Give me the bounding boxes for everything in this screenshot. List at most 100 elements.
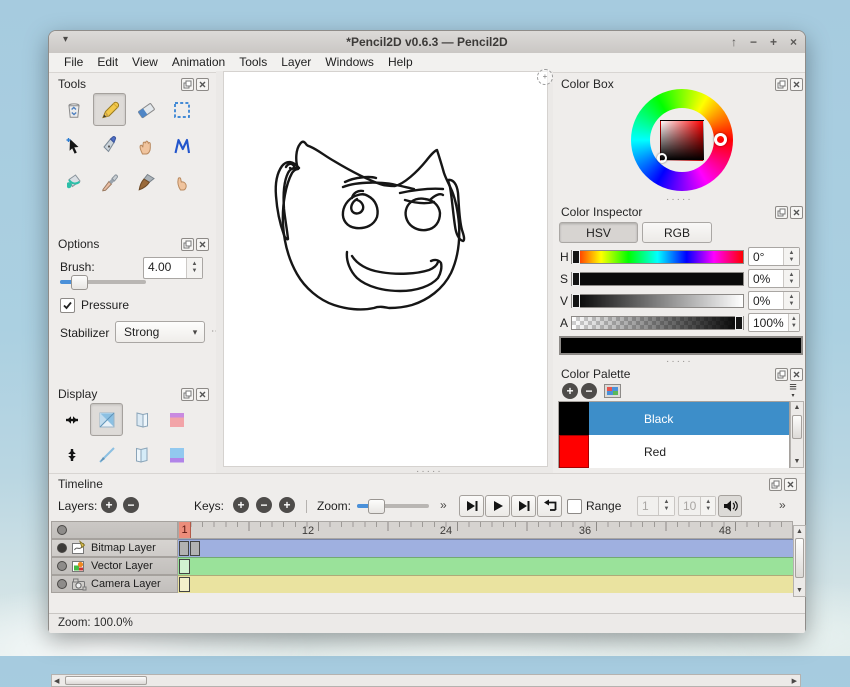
slider-handle[interactable] xyxy=(572,250,580,264)
menu-edit[interactable]: Edit xyxy=(90,53,125,72)
tool-polyline-button[interactable] xyxy=(165,129,198,162)
float-panel-icon[interactable] xyxy=(775,78,788,91)
rgb-mode-button[interactable]: RGB xyxy=(642,222,712,243)
tool-move-button[interactable] xyxy=(57,129,90,162)
scroll-up-icon[interactable]: ▲ xyxy=(794,528,805,535)
add-keyframe-button[interactable]: + xyxy=(233,497,249,513)
menu-animation[interactable]: Animation xyxy=(165,53,232,72)
menu-windows[interactable]: Windows xyxy=(318,53,381,72)
onion-skin-next-button[interactable] xyxy=(125,438,158,471)
range-checkbox[interactable] xyxy=(567,499,582,514)
splitter-handle[interactable]: ····· xyxy=(666,197,693,203)
play-button[interactable] xyxy=(485,495,510,517)
float-panel-icon[interactable] xyxy=(181,388,194,401)
tool-bucket-button[interactable] xyxy=(57,165,90,198)
slider-handle[interactable] xyxy=(572,272,580,286)
loop-button[interactable] xyxy=(537,495,562,517)
saturation-spinbox[interactable]: 0%▲▼ xyxy=(748,269,800,288)
tool-pen-button[interactable] xyxy=(93,129,126,162)
onion-previous-color-button[interactable] xyxy=(160,403,193,436)
palette-menu-button[interactable]: ≡▾ xyxy=(785,380,801,398)
tool-eyedropper-button[interactable] xyxy=(93,165,126,198)
slider-handle[interactable] xyxy=(735,316,743,330)
scroll-left-icon[interactable]: ◀ xyxy=(54,677,59,685)
brush-size-spinbox[interactable]: 4.00 ▲▼ xyxy=(143,257,203,279)
keyframe[interactable] xyxy=(190,541,200,556)
duplicate-keyframe-button[interactable]: + xyxy=(279,497,295,513)
toolbar-overflow-icon[interactable]: » xyxy=(779,498,786,512)
hue-spinbox[interactable]: 0°▲▼ xyxy=(748,247,800,266)
visibility-dot[interactable] xyxy=(57,543,67,553)
tool-brush-button[interactable] xyxy=(129,165,162,198)
maximize-button[interactable]: + xyxy=(770,35,777,49)
float-panel-icon[interactable] xyxy=(775,368,788,381)
keyframe[interactable] xyxy=(179,541,189,556)
visibility-dot[interactable] xyxy=(57,561,67,571)
add-layer-button[interactable]: + xyxy=(101,497,117,513)
camera-track[interactable] xyxy=(178,575,793,593)
remove-layer-button[interactable]: − xyxy=(123,497,139,513)
palette-item-black[interactable]: Black xyxy=(559,402,789,435)
previous-frame-button[interactable] xyxy=(459,495,484,517)
scroll-right-icon[interactable]: ▶ xyxy=(792,677,797,685)
splitter-handle[interactable]: ····· xyxy=(666,359,693,365)
next-frame-button[interactable] xyxy=(511,495,536,517)
menu-file[interactable]: File xyxy=(57,53,90,72)
palette-scrollbar[interactable]: ▲ ▼ xyxy=(790,401,804,468)
stabilizer-dropdown[interactable]: Strong ▾ xyxy=(115,321,205,343)
scrollbar-thumb[interactable] xyxy=(795,538,804,578)
float-panel-icon[interactable] xyxy=(181,78,194,91)
slider-handle[interactable] xyxy=(572,294,580,308)
remove-color-button[interactable]: − xyxy=(581,383,597,399)
timeline-vscrollbar[interactable]: ▲ ▼ xyxy=(793,525,806,597)
menu-view[interactable]: View xyxy=(125,53,165,72)
shade-button[interactable]: ↑ xyxy=(731,35,737,49)
spin-arrows[interactable]: ▲▼ xyxy=(186,258,202,278)
slider-handle[interactable] xyxy=(71,275,88,290)
close-panel-icon[interactable] xyxy=(196,238,209,251)
menu-tools[interactable]: Tools xyxy=(232,53,274,72)
keyframe[interactable] xyxy=(179,577,190,592)
remove-keyframe-button[interactable]: − xyxy=(256,497,272,513)
menu-help[interactable]: Help xyxy=(381,53,420,72)
close-panel-icon[interactable] xyxy=(196,78,209,91)
scroll-down-icon[interactable]: ▼ xyxy=(791,458,803,465)
layer-row-camera[interactable]: Camera Layer xyxy=(51,575,178,593)
sv-square-indicator[interactable] xyxy=(657,153,667,163)
swatch-view-button[interactable] xyxy=(604,384,621,398)
layer-row-bitmap[interactable]: Bitmap Layer xyxy=(51,539,178,557)
alpha-slider[interactable] xyxy=(571,316,744,330)
hue-slider[interactable] xyxy=(571,250,744,264)
tool-eraser-button[interactable] xyxy=(129,93,162,126)
flip-vertical-button[interactable] xyxy=(55,438,88,471)
scroll-down-icon[interactable]: ▼ xyxy=(794,587,805,594)
toolbar-overflow-icon[interactable]: » xyxy=(440,498,447,512)
value-slider[interactable] xyxy=(571,294,744,308)
value-spinbox[interactable]: 0%▲▼ xyxy=(748,291,800,310)
timeline-zoom-slider[interactable] xyxy=(357,504,429,508)
slider-handle[interactable] xyxy=(368,499,385,514)
tool-clear-button[interactable] xyxy=(57,93,90,126)
tool-smudge-button[interactable] xyxy=(165,165,198,198)
close-panel-icon[interactable] xyxy=(784,478,797,491)
scroll-up-icon[interactable]: ▲ xyxy=(791,404,803,411)
close-panel-icon[interactable] xyxy=(790,78,803,91)
palette-item-red[interactable]: Red xyxy=(559,435,789,468)
tool-select-button[interactable] xyxy=(165,93,198,126)
tool-hand-button[interactable] xyxy=(129,129,162,162)
toggle-all-visibility-dot[interactable] xyxy=(57,525,67,535)
brush-size-slider[interactable] xyxy=(60,280,146,284)
saturation-value-square[interactable] xyxy=(660,120,704,161)
timeline-hscrollbar[interactable]: ◀ ▶ xyxy=(51,674,801,687)
tool-pencil-button[interactable] xyxy=(93,93,126,126)
current-frame-marker[interactable]: 1 xyxy=(179,522,191,538)
close-panel-icon[interactable] xyxy=(790,206,803,219)
hsv-mode-button[interactable]: HSV xyxy=(559,222,638,243)
hue-ring-indicator[interactable] xyxy=(714,133,727,146)
flip-horizontal-button[interactable] xyxy=(55,403,88,436)
saturation-slider[interactable] xyxy=(571,272,744,286)
scrollbar-thumb[interactable] xyxy=(792,415,802,439)
frame-ruler[interactable]: 1 12 24 36 48 xyxy=(178,521,793,539)
vector-track[interactable] xyxy=(178,557,793,575)
scrollbar-thumb[interactable] xyxy=(65,676,147,685)
